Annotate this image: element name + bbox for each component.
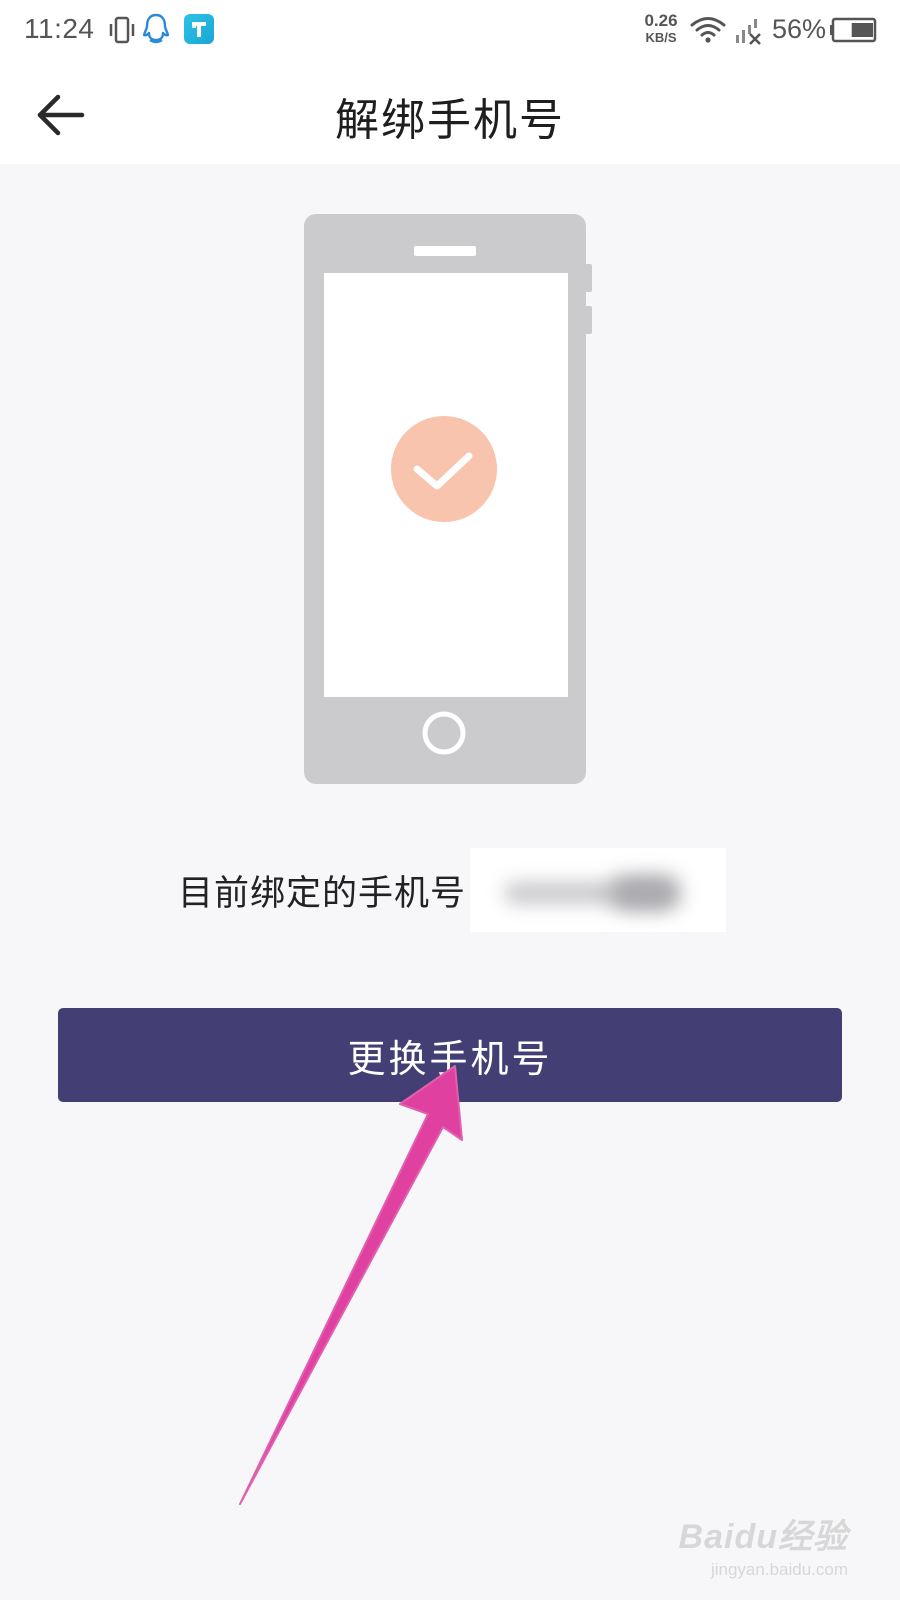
status-bar: 11:24 0.26 KB/S 56% — [0, 0, 900, 64]
network-speed: 0.26 KB/S — [632, 12, 690, 44]
qq-icon — [142, 13, 170, 44]
network-speed-unit: KB/S — [645, 30, 677, 45]
page-title: 解绑手机号 — [335, 95, 565, 146]
bound-number-row: 目前绑定的手机号 — [178, 848, 727, 932]
baidu-watermark: Baidu经验 jingyan.baidu.com — [679, 1509, 848, 1580]
app-icon — [184, 14, 214, 44]
app-header: 解绑手机号 — [0, 64, 900, 164]
change-phone-button[interactable]: 更换手机号 — [58, 1008, 842, 1102]
wifi-icon — [690, 17, 726, 43]
battery-percent: 56% — [772, 14, 827, 44]
signal-no-service-icon — [736, 19, 761, 45]
vibrate-icon — [109, 16, 135, 44]
status-time: 11:24 — [24, 13, 95, 44]
phone-check-icon — [304, 214, 592, 784]
battery-icon — [830, 17, 877, 43]
watermark-brand: Baidu经验 — [678, 1518, 848, 1556]
watermark-url: jingyan.baidu.com — [710, 1560, 848, 1579]
network-speed-value: 0.26 — [644, 11, 678, 30]
bound-number-label: 目前绑定的手机号 — [178, 873, 467, 914]
change-phone-button-label: 更换手机号 — [347, 1036, 553, 1081]
blurred-phone-number — [470, 848, 727, 932]
